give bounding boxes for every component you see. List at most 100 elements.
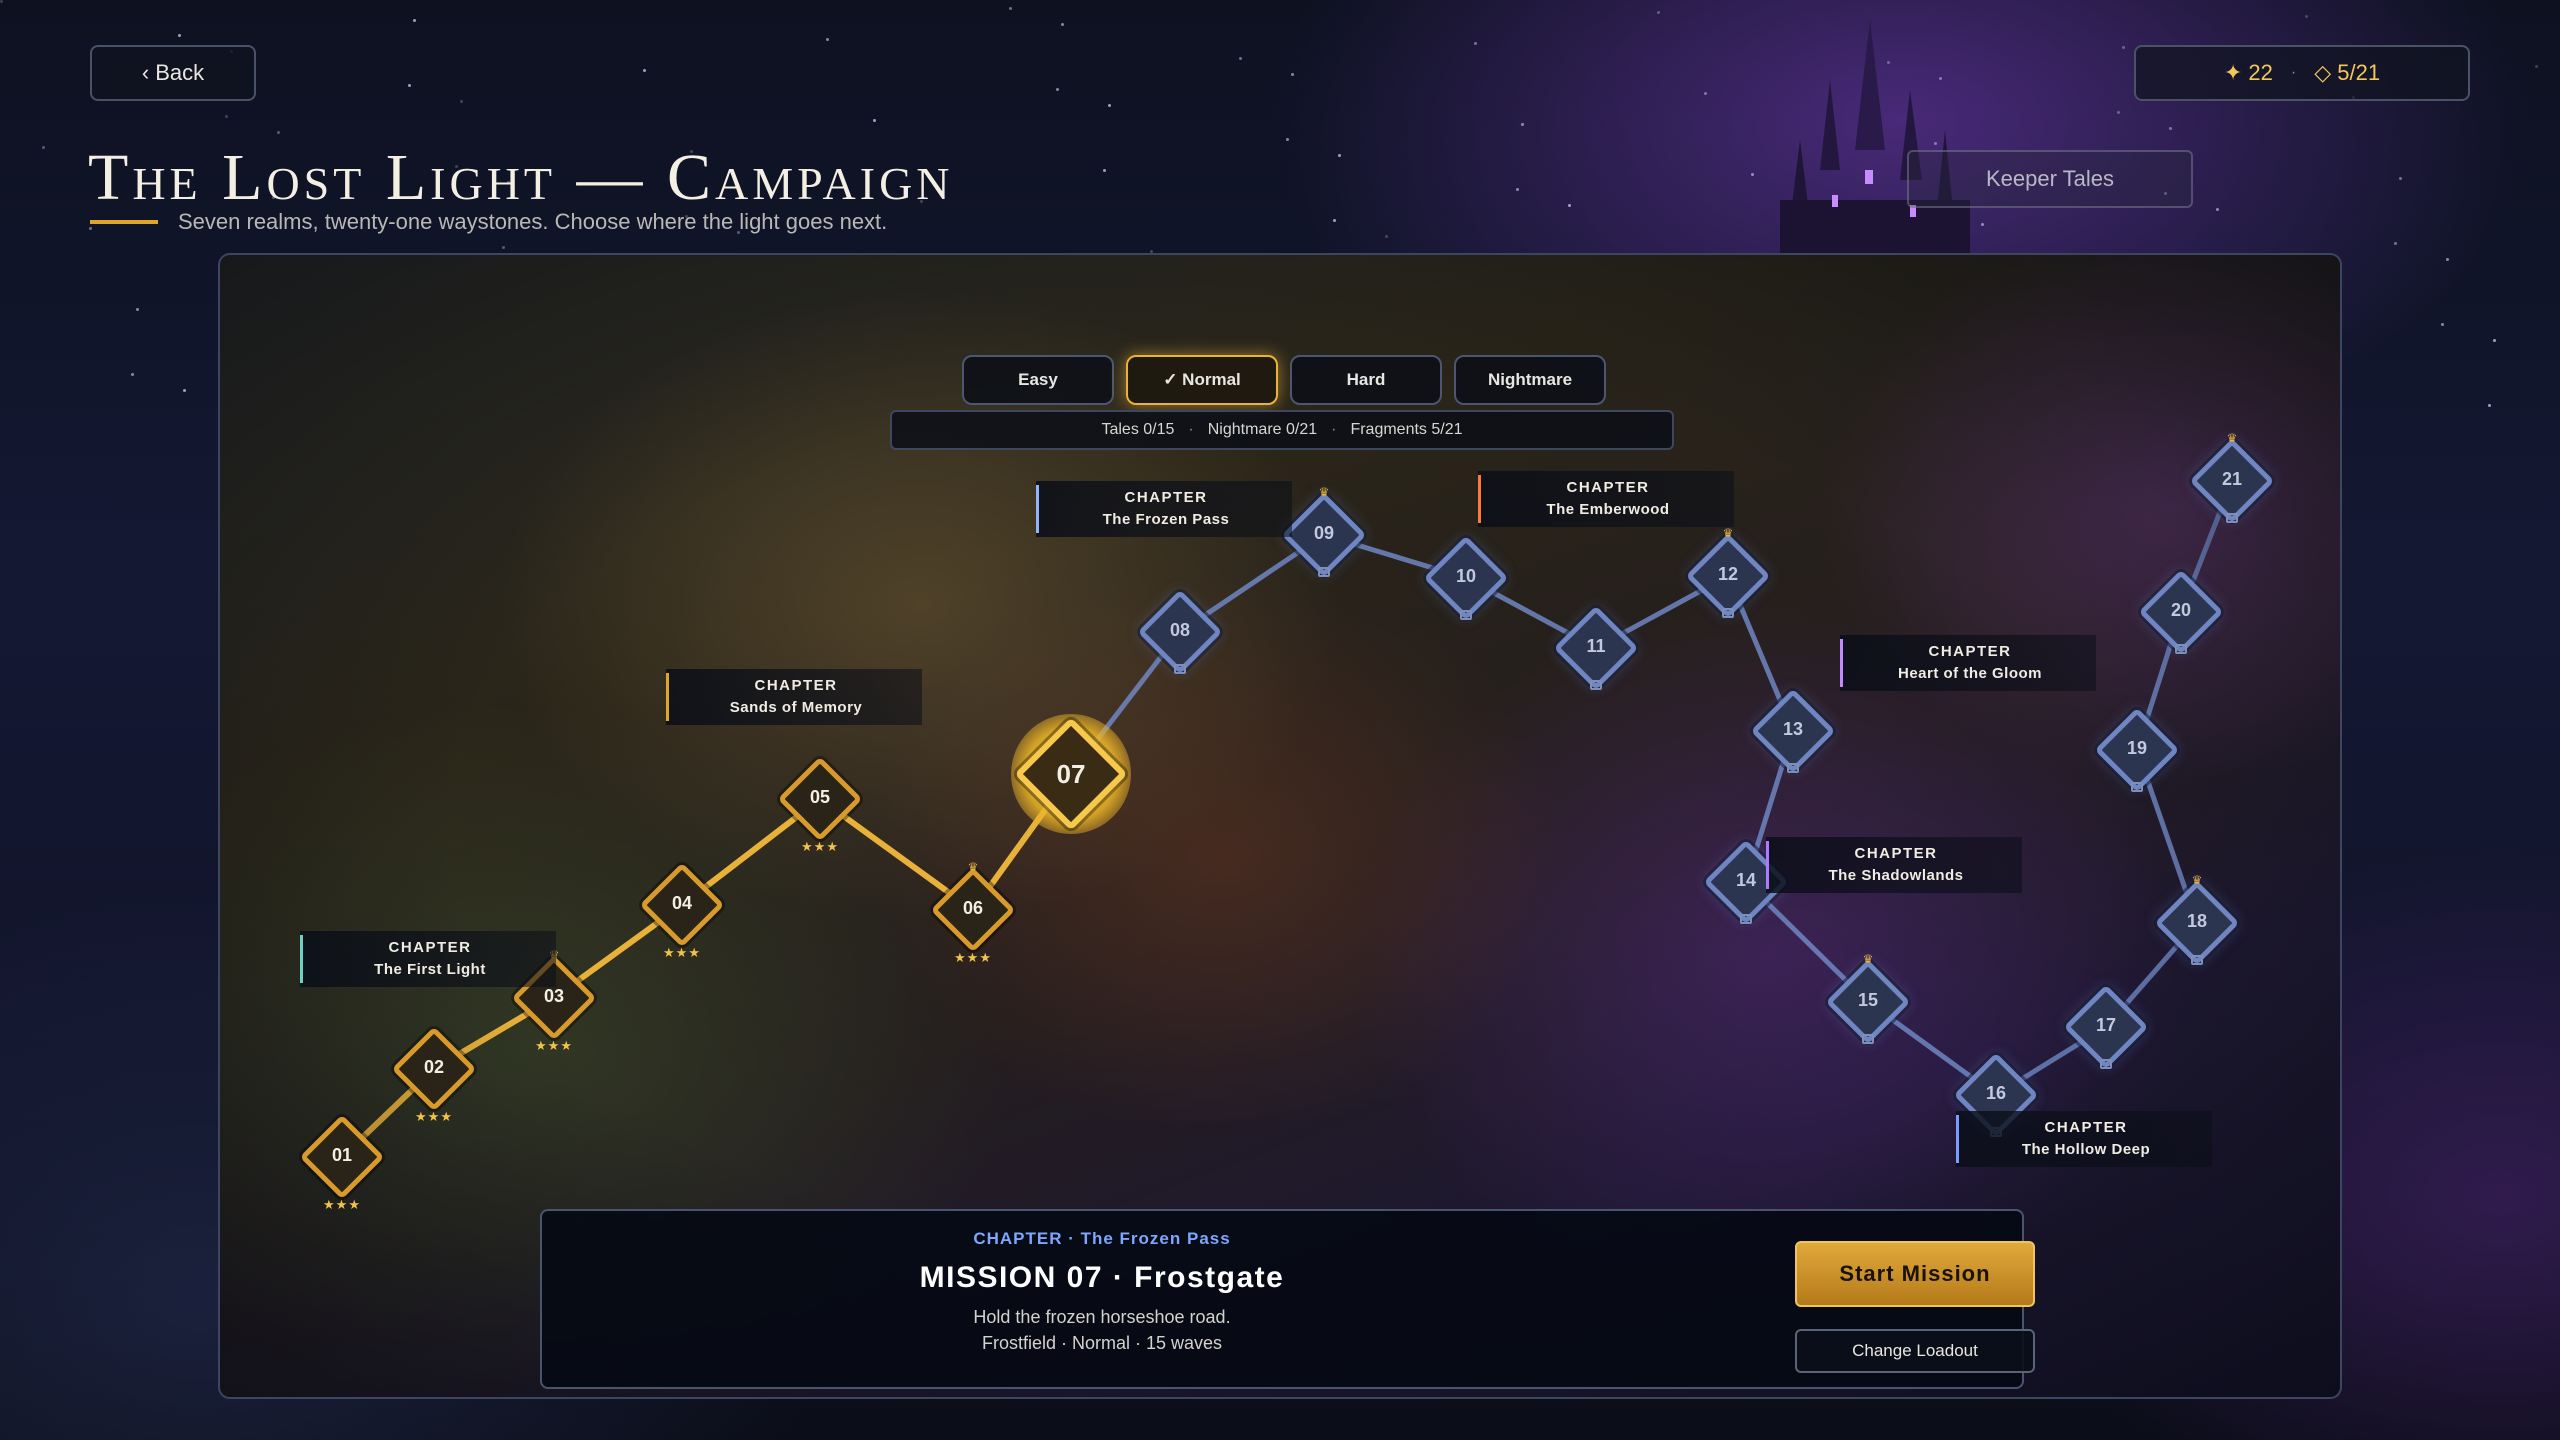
star-dot: [2488, 404, 2491, 407]
lock-icon: [2226, 513, 2238, 523]
keeper-tales-button[interactable]: Keeper Tales: [1907, 150, 2193, 208]
chapter-label: CHAPTER The Hollow Deep: [1956, 1111, 2212, 1167]
chapter-name: Heart of the Gloom: [1897, 665, 2042, 682]
star-dot: [873, 119, 876, 122]
star-dot: [1061, 23, 1064, 26]
star-dot: [1981, 223, 1984, 226]
node-star-rating: ★★★: [954, 950, 992, 965]
node-star-rating: ★★★: [415, 1109, 453, 1124]
chapter-accent-bar: [300, 935, 303, 983]
star-dot: [1338, 154, 1341, 157]
star-dot: [136, 308, 139, 311]
progress-stats: Tales 0/15 · Nightmare 0/21 · Fragments …: [890, 410, 1674, 450]
chapter-name: The Hollow Deep: [2021, 1141, 2151, 1158]
star-dot: [1934, 142, 1937, 145]
lock-icon: [2131, 782, 2143, 792]
star-dot: [1657, 11, 1660, 14]
node-star-rating: ★★★: [323, 1197, 361, 1212]
node-number: 01: [331, 1145, 353, 1165]
star-dot: [1103, 169, 1106, 172]
currency-display: ✦ 22 · ◇ 5/21: [2134, 45, 2470, 101]
chapter-name: The Emberwood: [1546, 501, 1670, 518]
start-mission-button[interactable]: Start Mission: [1795, 1241, 2035, 1307]
chapter-name: The Frozen Pass: [1102, 511, 1230, 528]
star-dot: [460, 100, 463, 103]
fragments-count: ◇ 5/21: [2314, 60, 2381, 85]
star-dot: [2446, 258, 2449, 261]
star-dot: [42, 146, 45, 149]
tales-stat: Tales 0/15: [1101, 421, 1175, 438]
crown-icon: ♛: [2191, 873, 2203, 887]
lock-icon: [1862, 1034, 1874, 1044]
star-dot: [1751, 173, 1754, 176]
node-number: 07: [1056, 759, 1086, 789]
star-dot: [2117, 111, 2120, 114]
castle-silhouette: [1780, 20, 1970, 260]
lock-icon: [1174, 664, 1186, 674]
star-dot: [1385, 235, 1388, 238]
star-dot: [1056, 88, 1059, 91]
chapter-name: Sands of Memory: [729, 699, 863, 716]
node-number: 03: [543, 986, 565, 1006]
difficulty-normal-button[interactable]: ✓ Normal: [1126, 355, 1278, 405]
star-dot: [178, 34, 181, 37]
node-star-rating: ★★★: [663, 945, 701, 960]
difficulty-hard-button[interactable]: Hard: [1290, 355, 1442, 405]
node-number: 20: [2170, 600, 2192, 620]
back-button[interactable]: ‹ Back: [90, 45, 256, 101]
lock-icon: [2100, 1059, 2112, 1069]
change-loadout-button[interactable]: Change Loadout: [1795, 1329, 2035, 1373]
page-title: The Lost Light — Campaign: [88, 141, 954, 214]
node-number: 17: [2095, 1015, 2117, 1035]
lock-icon: [1740, 914, 1752, 924]
crown-icon: ♛: [1318, 485, 1330, 499]
star-dot: [2441, 323, 2444, 326]
lock-icon: [1590, 680, 1602, 690]
lock-icon: [1722, 608, 1734, 618]
node-number: 15: [1857, 990, 1879, 1010]
campaign-map: Easy ✓ Normal Hard Nightmare Tales 0/15 …: [218, 253, 2342, 1399]
chapter-label: CHAPTER Heart of the Gloom: [1840, 635, 2096, 691]
mission-detail-panel: CHAPTER · The Frozen Pass MISSION 07 · F…: [540, 1209, 2035, 1389]
node-star-rating: ★★★: [801, 839, 839, 854]
star-dot: [89, 227, 92, 230]
star-dot: [2399, 177, 2402, 180]
node-number: 08: [1169, 620, 1191, 640]
node-number: 09: [1313, 523, 1335, 543]
star-dot: [1286, 138, 1289, 141]
star-dot: [1009, 7, 1012, 10]
chapter-accent-bar: [1956, 1115, 1959, 1163]
chapter-name: The First Light: [374, 961, 486, 978]
crown-icon: ♛: [1862, 952, 1874, 966]
node-number: 13: [1782, 719, 1804, 739]
chapter-accent-bar: [1478, 475, 1481, 523]
star-dot: [826, 38, 829, 41]
lock-icon: [1787, 763, 1799, 773]
node-number: 05: [809, 787, 831, 807]
chapter-label: CHAPTER The Emberwood: [1478, 471, 1734, 527]
chapter-kicker: CHAPTER: [1566, 479, 1650, 496]
chapter-kicker: CHAPTER: [1124, 489, 1208, 506]
chapter-accent-bar: [1840, 639, 1843, 687]
crown-icon: ♛: [967, 860, 979, 874]
star-dot: [2535, 65, 2538, 68]
node-number: 18: [2186, 911, 2208, 931]
star-dot: [502, 246, 505, 249]
chapter-name: The Shadowlands: [1828, 867, 1964, 884]
title-accent-line: [90, 220, 158, 224]
mission-meta: Frostfield · Normal · 15 waves: [981, 1333, 1223, 1353]
lock-icon: [2191, 955, 2203, 965]
star-dot: [408, 84, 411, 87]
node-number: 11: [1586, 636, 1606, 656]
crown-icon: ♛: [2226, 431, 2238, 445]
star-dot: [1521, 123, 1524, 126]
star-dot: [643, 69, 646, 72]
node-number: 10: [1455, 566, 1477, 586]
separator: ·: [1331, 421, 1337, 438]
star-dot: [225, 115, 228, 118]
difficulty-easy-button[interactable]: Easy: [962, 355, 1114, 405]
mission-title: MISSION 07 · Frostgate: [919, 1261, 1285, 1294]
mission-description: Hold the frozen horseshoe road.: [973, 1307, 1231, 1327]
difficulty-nightmare-button[interactable]: Nightmare: [1454, 355, 1606, 405]
star-dot: [2394, 242, 2397, 245]
